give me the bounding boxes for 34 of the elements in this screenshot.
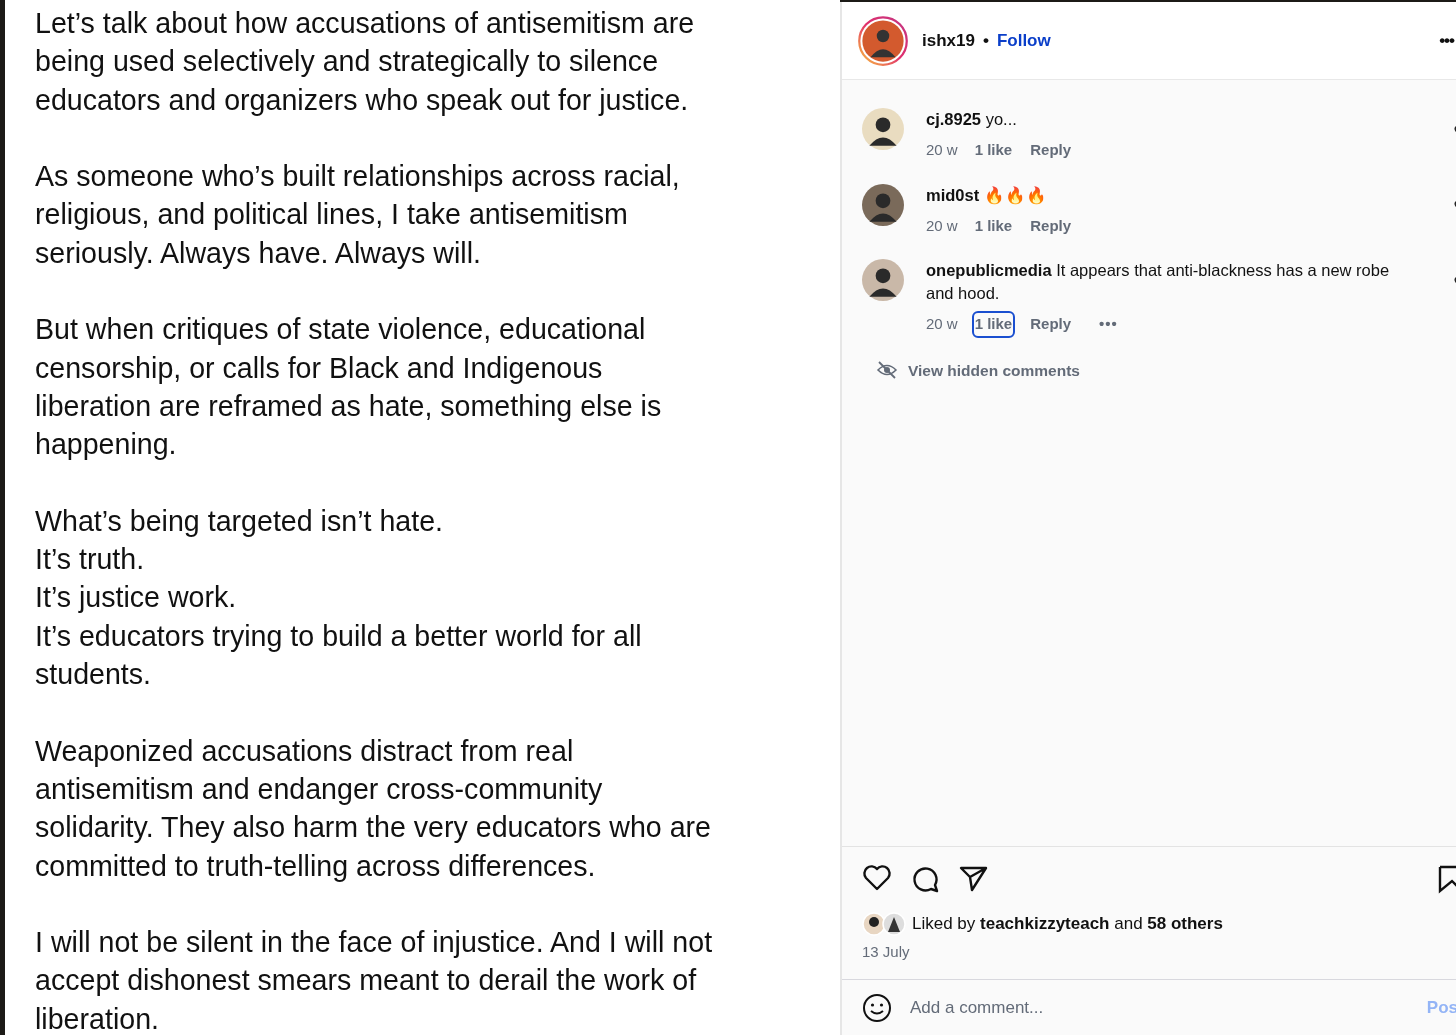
- comment-time: 20 w: [926, 314, 958, 334]
- avatar-icon[interactable]: [858, 15, 908, 66]
- avatar-icon[interactable]: [862, 183, 904, 226]
- likes-button[interactable]: 1 like: [973, 313, 1014, 336]
- post-date: 13 July: [862, 941, 911, 962]
- emoji-icon[interactable]: [862, 992, 892, 1023]
- post-paragraph: Weaponized accusations distract from real antisemitism and endanger cross-community solidarity. They also harm the very educators who are committed to truth-telling across differences.: [35, 733, 712, 884]
- comment-text: onepublicmedia It appears that anti-blackness has a new robe and hood.: [926, 260, 1391, 304]
- comment-text: cj.8925 yo...: [926, 109, 1018, 130]
- likes-button[interactable]: 1 like: [973, 214, 1014, 237]
- post-paragraph: As someone who’s built relationships across racial, religious, and political lines, I take antisemitism seriously. Always have. Always will.: [35, 159, 681, 271]
- more-button[interactable]: •••: [1439, 27, 1454, 54]
- comment-time: 20 w: [926, 140, 958, 160]
- comment-text: mid0st 🔥🔥🔥: [926, 184, 1048, 207]
- post-paragraph: Let’s talk about how accusations of antisemitism are being used selectively and strategically to silence educators and organizers who speak out for justice.: [35, 6, 696, 118]
- more-button[interactable]: •••: [1098, 313, 1119, 336]
- post-paragraph: I will not be silent in the face of injustice. And I will not accept dishonest smears meant to derail the work of liberation.: [35, 925, 714, 1035]
- follow-button[interactable]: Follow: [996, 27, 1051, 54]
- comment-input[interactable]: Add a comment...: [908, 993, 1411, 1022]
- reply-button[interactable]: Reply: [1029, 313, 1073, 336]
- separator-dot: •: [982, 29, 989, 52]
- reply-button[interactable]: Reply: [1029, 139, 1073, 162]
- hidden-eye-icon: [876, 361, 898, 380]
- reply-button[interactable]: Reply: [1029, 214, 1073, 237]
- comment-time: 20 w: [926, 215, 958, 236]
- username[interactable]: ishx19: [922, 27, 975, 54]
- bookmark-icon[interactable]: [1438, 863, 1456, 895]
- liked-by-text: Liked by teachkizzyteach and 58 others: [912, 913, 1223, 935]
- avatar-icon[interactable]: [862, 259, 904, 301]
- avatar-icon[interactable]: [862, 108, 904, 150]
- post-paragraph: But when critiques of state violence, educational censorship, or calls for Black and Indigenous liberation are reframed as hate, something else is happening.: [35, 312, 663, 463]
- likes-button[interactable]: 1 like: [973, 139, 1014, 162]
- view-hidden-comments-button[interactable]: View hidden comments: [862, 357, 1086, 383]
- post-paragraph: What’s being targeted isn’t hate. It’s truth. It’s justice work. It’s educators trying to build a better world for all students.: [35, 503, 643, 693]
